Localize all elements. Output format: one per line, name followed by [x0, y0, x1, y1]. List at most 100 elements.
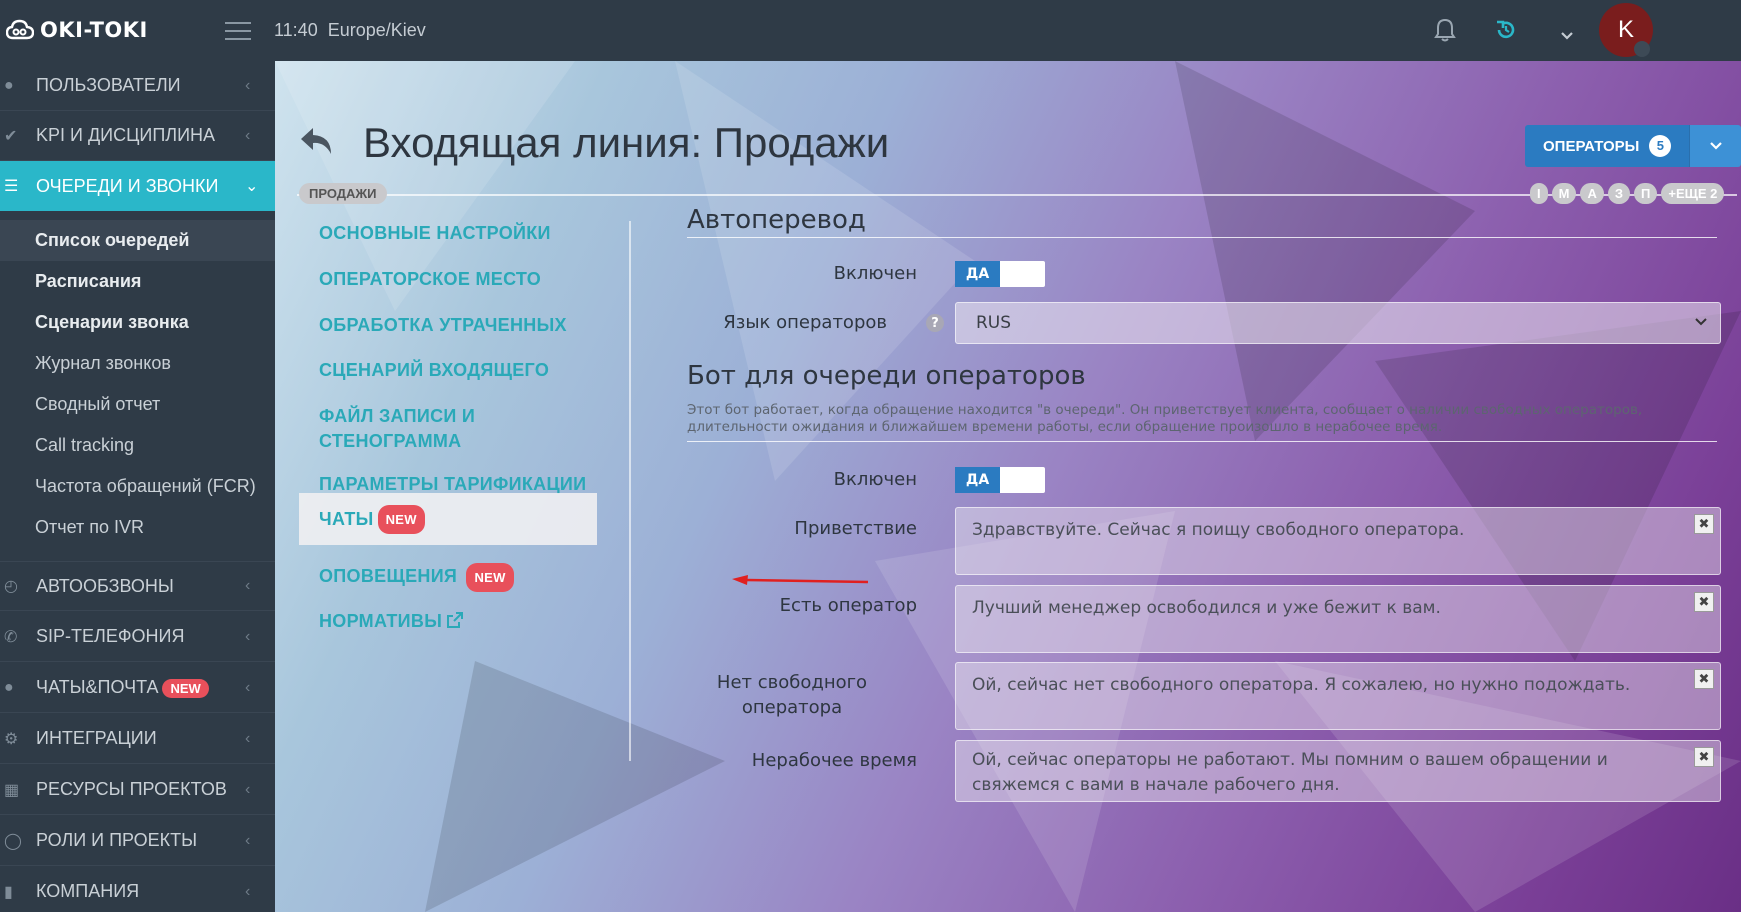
- menu-item-recording[interactable]: ФАЙЛ ЗАПИСИ И СТЕНОГРАММА: [299, 404, 499, 454]
- subitem-call-log[interactable]: Журнал звонков: [0, 343, 275, 384]
- list-icon: ☰: [4, 178, 19, 195]
- clear-icon[interactable]: ✖: [1694, 669, 1714, 689]
- subitem-label: Сценарии звонка: [35, 312, 189, 332]
- subitem-fcr[interactable]: Частота обращений (FCR): [0, 466, 275, 507]
- sidebar-item-queues[interactable]: ☰ ОЧЕРЕДИ И ЗВОНКИ ⌄: [0, 161, 275, 211]
- chevron-left-icon: ‹: [245, 126, 251, 144]
- operator-available-value: Лучший менеджер освободился и уже бежит …: [972, 598, 1441, 618]
- sidebar-item-label: KPI И ДИСЦИПЛИНА: [36, 125, 216, 145]
- sidebar-item-resources[interactable]: ▦ РЕСУРСЫ ПРОЕКТОВ ‹: [0, 765, 275, 815]
- section-title-bot: Бот для очереди операторов: [687, 361, 1086, 391]
- chevron-left-icon: ‹: [245, 780, 251, 798]
- operators-label: ОПЕРАТОРЫ: [1543, 137, 1640, 155]
- no-operator-label: Нет свободного оператора: [716, 672, 868, 718]
- sidebar-item-label: ПОЛЬЗОВАТЕЛИ: [36, 75, 181, 95]
- language-value: RUS: [976, 313, 1012, 333]
- operator-pills: I M A З П +ЕЩЕ 2: [1530, 183, 1725, 204]
- sidebar-item-label: ОЧЕРЕДИ И ЗВОНКИ: [36, 175, 219, 196]
- operator-language-select[interactable]: RUS: [955, 302, 1721, 344]
- no-operator-textarea[interactable]: Ой, сейчас нет свободного оператора. Я с…: [955, 662, 1721, 730]
- operators-button-group: ОПЕРАТОРЫ 5: [1525, 125, 1741, 167]
- top-bar: OKI-TOKI 11:40 Europe/Kiev K: [0, 0, 1741, 61]
- sidebar-item-label: АВТООБЗВОНЫ: [36, 575, 174, 596]
- operator-available-textarea[interactable]: Лучший менеджер освободился и уже бежит …: [955, 585, 1721, 653]
- chevron-down-icon[interactable]: [1560, 26, 1574, 45]
- menu-item-norms[interactable]: НОРМАТИВЫ: [299, 609, 597, 634]
- clear-icon[interactable]: ✖: [1694, 747, 1714, 767]
- check-icon: ✔: [4, 127, 18, 145]
- chats-label: ЧАТЫ&ПОЧТА: [36, 677, 159, 697]
- page-title: Входящая линия: Продажи: [363, 119, 890, 166]
- autotranslate-toggle[interactable]: ДА: [955, 261, 1045, 287]
- refresh-icon[interactable]: [1494, 18, 1518, 46]
- subitem-queue-list[interactable]: Список очередей: [0, 220, 275, 261]
- gears-icon: ⚙: [4, 730, 19, 748]
- back-arrow-icon[interactable]: [299, 126, 335, 162]
- clock-timezone: Europe/Kiev: [327, 20, 426, 40]
- bot-enabled-label: Включен: [833, 469, 917, 490]
- menu-item-operator-workplace[interactable]: ОПЕРАТОРСКОЕ МЕСТО: [299, 267, 597, 292]
- off-hours-label: Нерабочее время: [751, 750, 917, 771]
- off-hours-textarea[interactable]: Ой, сейчас операторы не работают. Мы пом…: [955, 740, 1721, 802]
- sidebar-item-chats[interactable]: ● ЧАТЫ&ПОЧТА NEW ‹: [0, 663, 275, 713]
- breadcrumb[interactable]: ПРОДАЖИ: [299, 183, 387, 204]
- menu-divider: [629, 221, 631, 761]
- chevron-down-icon: [1695, 318, 1707, 326]
- bar-chart-icon: ▮: [4, 883, 13, 901]
- menu-item-incoming-scenario[interactable]: СЦЕНАРИЙ ВХОДЯЩЕГО: [299, 358, 597, 383]
- autotranslate-enabled-label: Включен: [833, 263, 917, 284]
- menu-item-lost-handling[interactable]: ОБРАБОТКА УТРАЧЕННЫХ: [299, 313, 597, 338]
- operator-language-label: Язык операторов: [723, 312, 887, 333]
- avatar-letter: K: [1617, 16, 1634, 43]
- menu-item-chats[interactable]: ЧАТЫ NEW: [299, 493, 597, 545]
- toggle-on: ДА: [955, 467, 1000, 493]
- more-operators-pill[interactable]: +ЕЩЕ 2: [1661, 183, 1725, 204]
- clear-icon[interactable]: ✖: [1694, 592, 1714, 612]
- chevron-left-icon: ‹: [245, 831, 251, 849]
- clear-icon[interactable]: ✖: [1694, 514, 1714, 534]
- operator-pill[interactable]: З: [1607, 183, 1631, 204]
- sidebar-item-company[interactable]: ▮ КОМПАНИЯ ‹: [0, 867, 275, 912]
- sidebar-item-sip[interactable]: ✆ SIP-ТЕЛЕФОНИЯ ‹: [0, 612, 275, 662]
- operators-dropdown-toggle[interactable]: [1689, 125, 1741, 167]
- operators-button[interactable]: ОПЕРАТОРЫ 5: [1525, 125, 1690, 167]
- user-icon: ●: [4, 76, 14, 94]
- greeting-textarea[interactable]: Здравствуйте. Сейчас я поищу свободного …: [955, 507, 1721, 575]
- chevron-left-icon: ‹: [245, 627, 251, 645]
- sidebar-item-label: КОМПАНИЯ: [36, 881, 140, 901]
- sidebar-item-label: РОЛИ И ПРОЕКТЫ: [36, 830, 198, 850]
- bot-toggle[interactable]: ДА: [955, 467, 1045, 493]
- section-title-autotranslate: Автоперевод: [687, 205, 866, 235]
- menu-item-notifications[interactable]: ОПОВЕЩЕНИЯ NEW: [299, 563, 597, 592]
- chevron-left-icon: ‹: [245, 678, 251, 696]
- sidebar-item-roles[interactable]: ◯ РОЛИ И ПРОЕКТЫ ‹: [0, 816, 275, 866]
- subitem-ivr-report[interactable]: Отчет по IVR: [0, 507, 275, 548]
- menu-icon[interactable]: [225, 22, 251, 40]
- logo-text: OKI-TOKI: [40, 18, 148, 42]
- help-icon[interactable]: ?: [926, 314, 944, 332]
- new-badge: NEW: [377, 504, 425, 534]
- clock-time: 11:40: [274, 20, 318, 40]
- sidebar-item-kpi[interactable]: ✔ KPI И ДИСЦИПЛИНА ‹: [0, 111, 275, 161]
- subitem-call-tracking[interactable]: Call tracking: [0, 425, 275, 466]
- operator-pill[interactable]: M: [1551, 183, 1577, 204]
- subitem-call-scenarios[interactable]: Сценарии звонка: [0, 302, 275, 343]
- new-badge: NEW: [466, 563, 514, 592]
- external-link-icon: [447, 612, 464, 628]
- sidebar-item-users[interactable]: ● ПОЛЬЗОВАТЕЛИ ‹: [0, 61, 275, 111]
- subitem-label: Журнал звонков: [35, 353, 171, 373]
- operator-pill[interactable]: П: [1634, 183, 1658, 204]
- operator-pill[interactable]: A: [1580, 183, 1604, 204]
- subitem-label: Список очередей: [35, 230, 190, 250]
- clock: 11:40 Europe/Kiev: [274, 20, 426, 41]
- sidebar-item-integrations[interactable]: ⚙ ИНТЕГРАЦИИ ‹: [0, 714, 275, 764]
- logo[interactable]: OKI-TOKI: [6, 18, 148, 42]
- chevron-left-icon: ‹: [245, 577, 251, 594]
- bell-icon[interactable]: [1434, 18, 1456, 46]
- menu-item-main-settings[interactable]: ОСНОВНЫЕ НАСТРОЙКИ: [299, 221, 597, 246]
- subitem-schedules[interactable]: Расписания: [0, 261, 275, 302]
- sidebar-item-autodial[interactable]: ◴ АВТООБЗВОНЫ ‹: [0, 561, 275, 611]
- operator-pill[interactable]: I: [1530, 183, 1548, 204]
- subitem-summary-report[interactable]: Сводный отчет: [0, 384, 275, 425]
- chat-icon: ●: [4, 678, 14, 696]
